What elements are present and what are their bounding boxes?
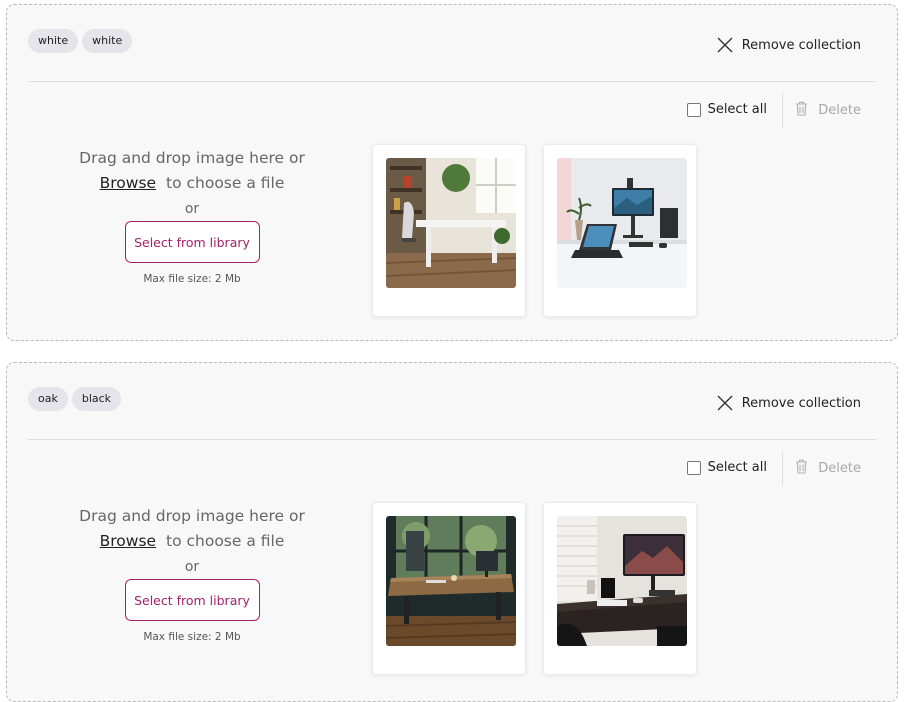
select-all-checkbox[interactable]: Select all <box>686 102 767 117</box>
remove-collection-button[interactable]: Remove collection <box>717 37 861 53</box>
close-icon <box>717 395 733 411</box>
toolbar-separator <box>782 452 783 486</box>
delete-label: Delete <box>818 103 861 118</box>
checkbox-box[interactable] <box>686 460 701 475</box>
divider <box>28 439 876 440</box>
drag-drop-text: Drag and drop image here or <box>79 149 305 167</box>
oak-desk-window-photo-icon <box>386 516 516 646</box>
image-dropzone[interactable]: Drag and drop image here or Browse to ch… <box>43 504 341 643</box>
tag-chip: white <box>28 29 79 53</box>
delete-label: Delete <box>818 461 861 476</box>
collection-panel: oak black Remove collection Select all D… <box>6 362 898 702</box>
white-desk-room-photo-icon <box>386 158 516 288</box>
toolbar-separator <box>782 94 783 128</box>
divider <box>28 81 876 82</box>
select-all-checkbox[interactable]: Select all <box>686 460 767 475</box>
browse-link[interactable]: Browse <box>100 532 156 550</box>
select-all-label: Select all <box>707 102 767 117</box>
checkbox-box[interactable] <box>686 102 701 117</box>
tag-list: white white <box>28 29 133 53</box>
max-file-size-text: Max file size: 2 Mb <box>143 273 241 285</box>
remove-collection-label: Remove collection <box>741 37 861 53</box>
image-card[interactable] <box>543 502 697 675</box>
image-dropzone[interactable]: Drag and drop image here or Browse to ch… <box>43 146 341 285</box>
dark-desk-monitor-photo-icon <box>557 516 687 646</box>
image-card[interactable] <box>543 144 697 317</box>
or-text: or <box>184 559 200 575</box>
remove-collection-button[interactable]: Remove collection <box>717 395 861 411</box>
browse-link[interactable]: Browse <box>100 174 156 192</box>
delete-button[interactable]: Delete <box>795 101 861 120</box>
tag-chip: white <box>82 29 133 53</box>
close-icon <box>717 37 733 53</box>
remove-collection-label: Remove collection <box>741 395 861 411</box>
choose-file-text: to choose a file <box>166 174 285 192</box>
max-file-size-text: Max file size: 2 Mb <box>143 631 241 643</box>
tag-chip: black <box>71 387 122 411</box>
choose-file-text: to choose a file <box>166 532 285 550</box>
trash-icon <box>795 459 808 478</box>
tag-list: oak black <box>28 387 122 411</box>
tag-chip: oak <box>28 387 68 411</box>
collection-panel: white white Remove collection Select all… <box>6 4 898 341</box>
image-card[interactable] <box>372 502 526 675</box>
select-all-label: Select all <box>707 460 767 475</box>
select-from-library-button[interactable]: Select from library <box>124 579 260 621</box>
select-from-library-button[interactable]: Select from library <box>124 221 260 263</box>
image-card[interactable] <box>372 144 526 317</box>
drag-drop-text: Drag and drop image here or <box>79 507 305 525</box>
or-text: or <box>184 201 200 217</box>
trash-icon <box>795 101 808 120</box>
delete-button[interactable]: Delete <box>795 459 861 478</box>
white-desk-monitor-photo-icon <box>557 158 687 288</box>
